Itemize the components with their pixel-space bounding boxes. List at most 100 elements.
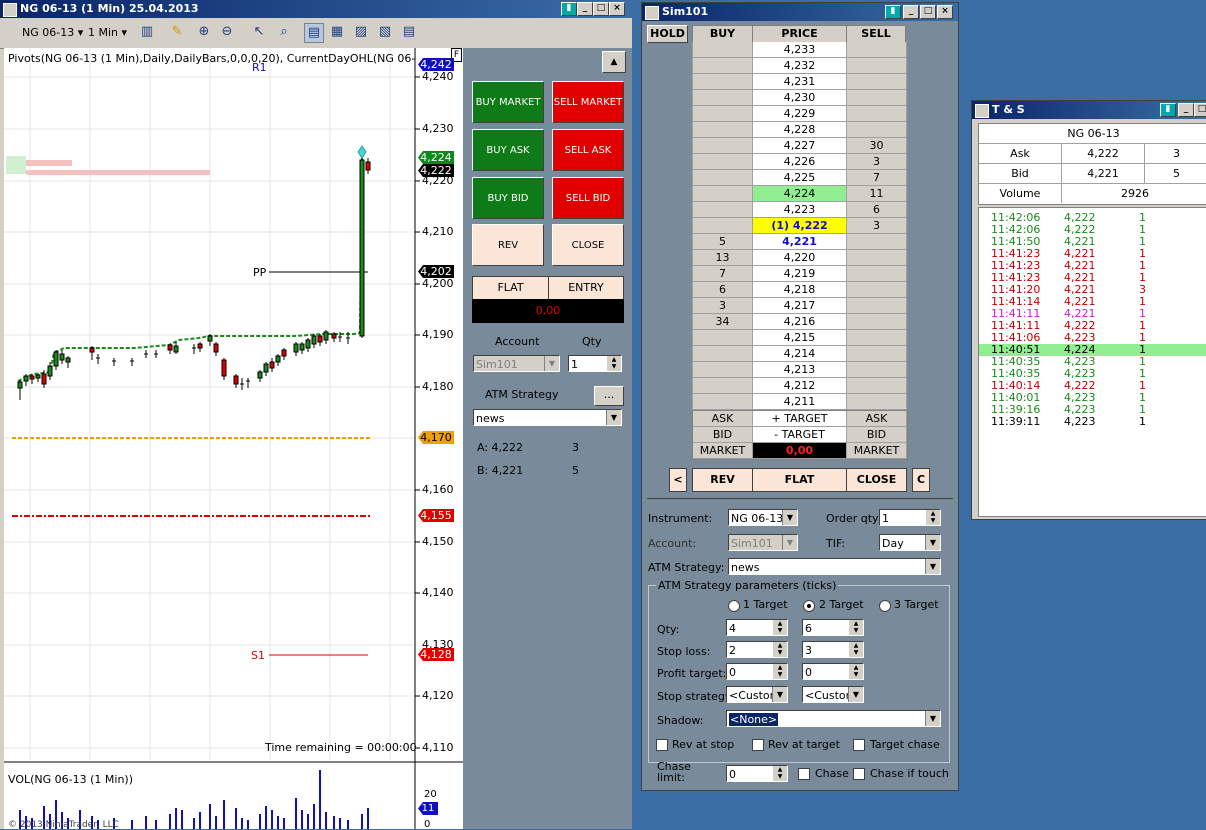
dom-atm-select[interactable]: news ▼ — [728, 558, 941, 575]
buy-market-button[interactable]: BUY MARKET — [472, 81, 544, 123]
pin-icon[interactable]: ▮ — [1160, 103, 1176, 117]
rev-at-target-checkbox[interactable] — [752, 739, 764, 751]
ladder-buy-cell[interactable] — [693, 74, 753, 90]
pencil-icon[interactable]: ✎ — [168, 23, 186, 41]
strategies-icon[interactable]: ▧ — [376, 23, 394, 41]
atm-qty1-input[interactable]: 4 ▲ ▼ — [726, 619, 788, 636]
cursor-icon[interactable]: ↖ — [250, 23, 268, 41]
minimize-button[interactable]: _ — [903, 5, 919, 19]
data-box-icon[interactable]: ▦ — [328, 23, 346, 41]
tif-select[interactable]: Day ▼ — [879, 534, 941, 551]
ladder-price-cell[interactable]: 4,224 — [753, 186, 847, 202]
chart-titlebar[interactable]: NG 06-13 (1 Min) 25.04.2013 ▮ _ □ × — [0, 0, 632, 18]
spinner-icon[interactable]: ▲ ▼ — [773, 620, 787, 635]
profit-target1-input[interactable]: 0 ▲ ▼ — [726, 663, 788, 680]
spinner-icon[interactable]: ▲ ▼ — [773, 642, 787, 657]
account-select[interactable]: Sim101 ▼ — [473, 355, 560, 372]
market-left-button[interactable]: MARKET — [693, 443, 753, 459]
chevron-down-icon[interactable]: ▼ — [544, 356, 559, 371]
ladder-price-cell[interactable]: 4,215 — [753, 330, 847, 346]
buy-bid-button[interactable]: BUY BID — [472, 177, 544, 219]
spinner-icon[interactable]: ▲ ▼ — [849, 642, 863, 657]
sell-market-button[interactable]: SELL MARKET — [552, 81, 624, 123]
magnifier-icon[interactable]: ⌕ — [275, 23, 293, 41]
ladder-price-cell[interactable]: 4,217 — [753, 298, 847, 314]
pin-icon[interactable]: ▮ — [885, 5, 901, 19]
collapse-up-icon[interactable]: ▲ — [602, 51, 626, 73]
maximize-button[interactable]: □ — [1194, 103, 1206, 117]
c-button[interactable]: C — [912, 468, 930, 492]
dom-account-select[interactable]: Sim101 ▼ — [728, 534, 798, 551]
shadow-select[interactable]: <None> ▼ — [726, 710, 941, 727]
ladder-price-cell[interactable]: 4,219 — [753, 266, 847, 282]
ladder-buy-cell[interactable] — [693, 138, 753, 154]
ts-titlebar[interactable]: T & S ▮ _ □ — [972, 101, 1206, 119]
order-qty-input[interactable]: 1 ▲ ▼ — [879, 509, 941, 526]
spinner-icon[interactable]: ▲ ▼ — [926, 510, 940, 525]
ladder-sell-cell[interactable] — [847, 90, 907, 106]
ladder-sell-cell[interactable] — [847, 298, 907, 314]
ladder-buy-cell[interactable] — [693, 106, 753, 122]
chevron-down-icon[interactable]: ▼ — [848, 687, 863, 702]
instrument-selector[interactable]: NG 06-13 ▾ — [22, 24, 83, 42]
ask-right-button[interactable]: ASK — [847, 411, 907, 427]
stop-strategy1-select[interactable]: <Custom ▼ — [726, 686, 788, 703]
chase-checkbox[interactable] — [798, 768, 810, 780]
ladder-price-cell[interactable]: 4,228 — [753, 122, 847, 138]
ladder-buy-cell[interactable] — [693, 170, 753, 186]
ladder-price-cell[interactable]: 4,212 — [753, 378, 847, 394]
chevron-down-icon[interactable]: ▼ — [782, 510, 797, 525]
ladder-buy-cell[interactable]: 34 — [693, 314, 753, 330]
ladder-sell-cell[interactable] — [847, 58, 907, 74]
stop-loss1-input[interactable]: 2 ▲ ▼ — [726, 641, 788, 658]
ladder-sell-cell[interactable] — [847, 282, 907, 298]
ladder-buy-cell[interactable]: 3 — [693, 298, 753, 314]
ladder-buy-cell[interactable] — [693, 218, 753, 234]
ladder-sell-cell[interactable] — [847, 42, 907, 58]
ladder-buy-cell[interactable] — [693, 90, 753, 106]
ladder-sell-cell[interactable] — [847, 394, 907, 410]
chart-trader-icon[interactable]: ▤ — [304, 23, 324, 43]
ladder-sell-cell[interactable] — [847, 330, 907, 346]
dom-flat-button[interactable]: FLAT — [752, 468, 847, 492]
ladder-sell-cell[interactable]: 3 — [847, 218, 907, 234]
qty-input[interactable]: 1 ▲ ▼ — [568, 355, 622, 372]
maximize-button[interactable]: □ — [593, 2, 609, 16]
sell-ask-button[interactable]: SELL ASK — [552, 129, 624, 171]
atm-strategy-select[interactable]: news ▼ — [473, 409, 622, 426]
chase-if-touch-checkbox[interactable] — [853, 768, 865, 780]
chevron-down-icon[interactable]: ▼ — [925, 711, 940, 726]
ladder-buy-cell[interactable]: 6 — [693, 282, 753, 298]
spinner-icon[interactable]: ▲ ▼ — [773, 664, 787, 679]
ladder-sell-cell[interactable]: 3 — [847, 154, 907, 170]
ladder-sell-cell[interactable] — [847, 362, 907, 378]
chevron-down-icon[interactable]: ▼ — [772, 687, 787, 702]
ladder-buy-cell[interactable] — [693, 186, 753, 202]
ladder-sell-cell[interactable]: 7 — [847, 170, 907, 186]
ladder-buy-cell[interactable] — [693, 202, 753, 218]
ladder-buy-cell[interactable] — [693, 154, 753, 170]
ladder-price-cell[interactable]: 4,230 — [753, 90, 847, 106]
ladder-price-cell[interactable]: 4,216 — [753, 314, 847, 330]
target-chase-checkbox[interactable] — [853, 739, 865, 751]
rev-at-stop-checkbox[interactable] — [656, 739, 668, 751]
bar-type-icon[interactable]: ▥ — [138, 23, 156, 41]
ladder-sell-cell[interactable] — [847, 122, 907, 138]
stop-strategy2-select[interactable]: <Custom ▼ — [802, 686, 864, 703]
interval-selector[interactable]: 1 Min ▾ — [88, 24, 127, 42]
ladder-buy-cell[interactable] — [693, 378, 753, 394]
ladder-buy-cell[interactable] — [693, 42, 753, 58]
buy-ask-button[interactable]: BUY ASK — [472, 129, 544, 171]
left-arrow-button[interactable]: < — [669, 468, 687, 492]
price-ladder[interactable]: 4,233 4,232 4,231 4,230 4,229 4,228 4,227 30 4,2… — [692, 42, 907, 410]
ladder-price-cell[interactable]: 4,227 — [753, 138, 847, 154]
ladder-sell-cell[interactable]: 6 — [847, 202, 907, 218]
close-button[interactable]: × — [609, 2, 625, 16]
ladder-buy-cell[interactable] — [693, 346, 753, 362]
dom-rev-button[interactable]: REV — [692, 468, 753, 492]
ladder-price-cell[interactable]: 4,232 — [753, 58, 847, 74]
ladder-sell-cell[interactable] — [847, 234, 907, 250]
ts-trade-list[interactable]: 11:42:06 4,222 1 11:42:06 4,222 1 11:41:50 4,22… — [978, 207, 1206, 517]
zoom-in-icon[interactable]: ⊕ — [195, 23, 213, 41]
ladder-sell-cell[interactable] — [847, 106, 907, 122]
